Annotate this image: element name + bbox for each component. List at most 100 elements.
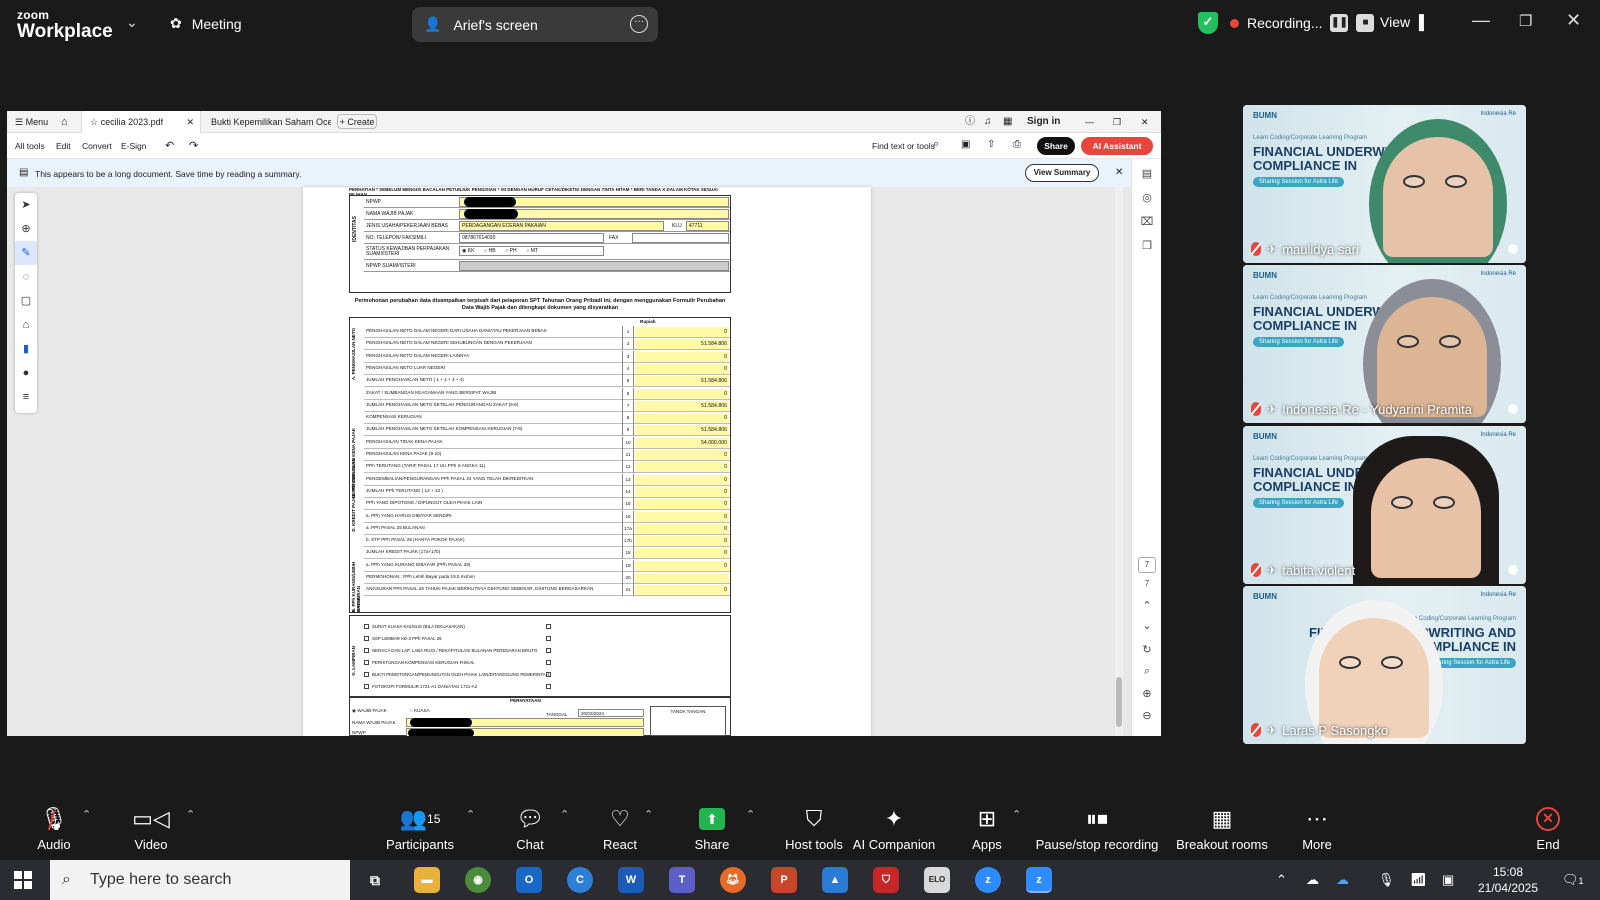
pdf-share-button[interactable]: Share [1037, 137, 1075, 155]
participants-button[interactable]: 👥15 Participants [375, 804, 465, 852]
lasso-tool-icon[interactable]: ◌ [15, 265, 37, 289]
chat-options-caret[interactable]: ⌃ [560, 808, 569, 821]
zoom-out-icon[interactable]: ⊖ [1139, 709, 1155, 725]
participant-tile[interactable]: BUMN Indonesia Re Learn Coding/Corporate L… [1243, 586, 1526, 744]
page-down-icon[interactable]: ⌄ [1139, 619, 1155, 635]
fill-sign-icon[interactable]: ⌂ [15, 313, 37, 337]
edit-menu[interactable]: Edit [56, 141, 71, 151]
task-view-icon[interactable]: ⧉ [362, 867, 388, 893]
sign-in-link[interactable]: Sign in [1027, 111, 1060, 133]
redo-icon[interactable]: ↷ [189, 139, 198, 152]
breakout-rooms-button[interactable]: ▦ Breakout rooms [1172, 804, 1272, 852]
video-button[interactable]: ▭◁ Video [111, 804, 191, 852]
windows-start-icon[interactable] [14, 871, 32, 889]
pdf-restore-icon[interactable]: ❐ [1113, 111, 1121, 133]
end-meeting-button[interactable]: ✕ End [1508, 804, 1588, 852]
zoom-meeting-icon[interactable]: z [1026, 867, 1052, 893]
text-box-icon[interactable]: ▢ [15, 289, 37, 313]
more-button[interactable]: ⋯ More [1277, 804, 1357, 852]
canva-icon[interactable]: C [567, 867, 593, 893]
tab-cecilia[interactable]: ☆ cecilia 2023.pdf ✕ [81, 111, 201, 133]
video-options-caret[interactable]: ⌃ [186, 808, 195, 821]
close-icon[interactable]: ✕ [1566, 10, 1581, 31]
view-summary-button[interactable]: View Summary [1025, 164, 1099, 182]
menu-button[interactable]: ☰ Menu [15, 111, 48, 133]
bell-icon[interactable]: ♫ [984, 111, 992, 133]
current-page-box[interactable]: 7 [1138, 557, 1156, 573]
tray-expand-icon[interactable]: ⌃ [1276, 872, 1287, 888]
participant-tile[interactable]: BUMN Indonesia Re Learn Coding/Corporate L… [1243, 265, 1526, 423]
participant-tile[interactable]: BUMN Indonesia Re Learn Coding/Corporate L… [1243, 105, 1526, 263]
apps-options-caret[interactable]: ⌃ [1012, 808, 1021, 821]
vertical-scrollbar[interactable] [1115, 187, 1123, 736]
select-cursor-icon[interactable]: ➤ [15, 193, 37, 217]
pages-icon[interactable]: ❐ [1139, 239, 1155, 255]
meeting-menu[interactable]: ✿ Meeting [170, 15, 242, 32]
highlighter-icon[interactable]: ▮ [15, 337, 37, 361]
elo-app-icon[interactable]: ELO [924, 867, 950, 893]
all-tools-menu[interactable]: All tools [15, 141, 45, 151]
display-icon[interactable]: ▣ [1442, 872, 1454, 888]
ai-assistant-button[interactable]: AI Assistant [1081, 137, 1153, 155]
pen-tool-icon[interactable]: ✎ [15, 241, 37, 265]
apps-grid-icon[interactable]: ▦ [1003, 111, 1012, 133]
security-shield-icon[interactable]: ✓ [1198, 12, 1218, 34]
pdf-minimize-icon[interactable]: — [1085, 111, 1094, 133]
tile-options-icon[interactable] [1508, 565, 1518, 575]
firefox-icon[interactable]: 🦊︎ [720, 867, 746, 893]
color-picker-icon[interactable]: ● [15, 361, 37, 385]
zoom-tool-icon[interactable]: ⊕ [15, 217, 37, 241]
summary-close-icon[interactable]: ✕ [1115, 167, 1123, 178]
view-button[interactable]: View ▐ [1380, 14, 1424, 30]
more-options-icon[interactable]: ··· [630, 15, 648, 33]
save-icon[interactable]: ▣ [961, 139, 970, 150]
onedrive-icon[interactable]: ☁ [1306, 872, 1319, 888]
share-screen-button[interactable]: ⬆ Share [672, 804, 752, 852]
pause-recording-button[interactable]: ❚❚ [1330, 14, 1349, 32]
bookmark-icon[interactable]: ⌧ [1139, 215, 1155, 231]
network-icon[interactable]: 📶︎ [1410, 872, 1427, 888]
esign-menu[interactable]: E-Sign [121, 141, 147, 151]
undo-icon[interactable]: ↶ [165, 139, 174, 152]
search-icon[interactable]: ⌕ [933, 138, 939, 151]
upload-icon[interactable]: ⇧ [987, 139, 995, 150]
more-tools-icon[interactable]: ≡ [15, 385, 37, 409]
onedrive-business-icon[interactable]: ☁ [1336, 872, 1349, 888]
powerpoint-icon[interactable]: P [771, 867, 797, 893]
chat-button[interactable]: 💬︎ Chat [490, 804, 570, 852]
ai-companion-button[interactable]: ✦ AI Companion [844, 804, 944, 852]
convert-menu[interactable]: Convert [82, 141, 112, 151]
help-icon[interactable]: ⓘ [965, 111, 975, 133]
file-explorer-icon[interactable]: ▬ [414, 867, 440, 893]
zoom-in-icon[interactable]: ⊕ [1139, 687, 1155, 703]
pdf-close-icon[interactable]: ✕ [1141, 111, 1149, 133]
create-tab-button[interactable]: + Create [337, 114, 377, 129]
participants-options-caret[interactable]: ⌃ [466, 808, 475, 821]
tile-options-icon[interactable] [1508, 404, 1518, 414]
word-icon[interactable]: W [618, 867, 644, 893]
taskbar-clock[interactable]: 15:08 21/04/2025 [1470, 864, 1546, 896]
zoom-app-icon[interactable]: z [975, 867, 1001, 893]
page-up-icon[interactable]: ⌃ [1139, 599, 1155, 615]
chevron-down-icon[interactable]: ⌄ [126, 14, 138, 31]
minimize-icon[interactable]: — [1472, 10, 1490, 31]
find-tools-button[interactable]: Find text or tools [872, 141, 935, 151]
share-options-caret[interactable]: ⌃ [746, 808, 755, 821]
audio-options-caret[interactable]: ⌃ [82, 808, 91, 821]
print-icon[interactable]: ⎙ [1013, 139, 1021, 150]
summary-panel-icon[interactable]: ▤ [1139, 167, 1155, 183]
notifications-icon[interactable]: 🗨︎1 [1562, 872, 1584, 888]
outlook-icon[interactable]: O [516, 867, 542, 893]
security-app-icon[interactable]: ⛉ [873, 867, 899, 893]
comment-icon[interactable]: ◎ [1139, 191, 1155, 207]
chrome-icon[interactable]: ◉ [465, 867, 491, 893]
refresh-icon[interactable]: ↻ [1139, 643, 1155, 659]
scroll-thumb[interactable] [1116, 677, 1122, 727]
screen-share-indicator[interactable]: 👤 Arief's screen ··· [412, 7, 658, 42]
microphone-icon[interactable]: 🎙︎ [1378, 872, 1395, 888]
photos-icon[interactable]: ▲ [822, 867, 848, 893]
home-icon[interactable]: ⌂ [61, 111, 68, 133]
participant-tile[interactable]: BUMN Indonesia Re Learn Coding/Corporate L… [1243, 426, 1526, 584]
doc-search-icon[interactable]: ⌕ [1139, 665, 1155, 681]
react-options-caret[interactable]: ⌃ [644, 808, 653, 821]
